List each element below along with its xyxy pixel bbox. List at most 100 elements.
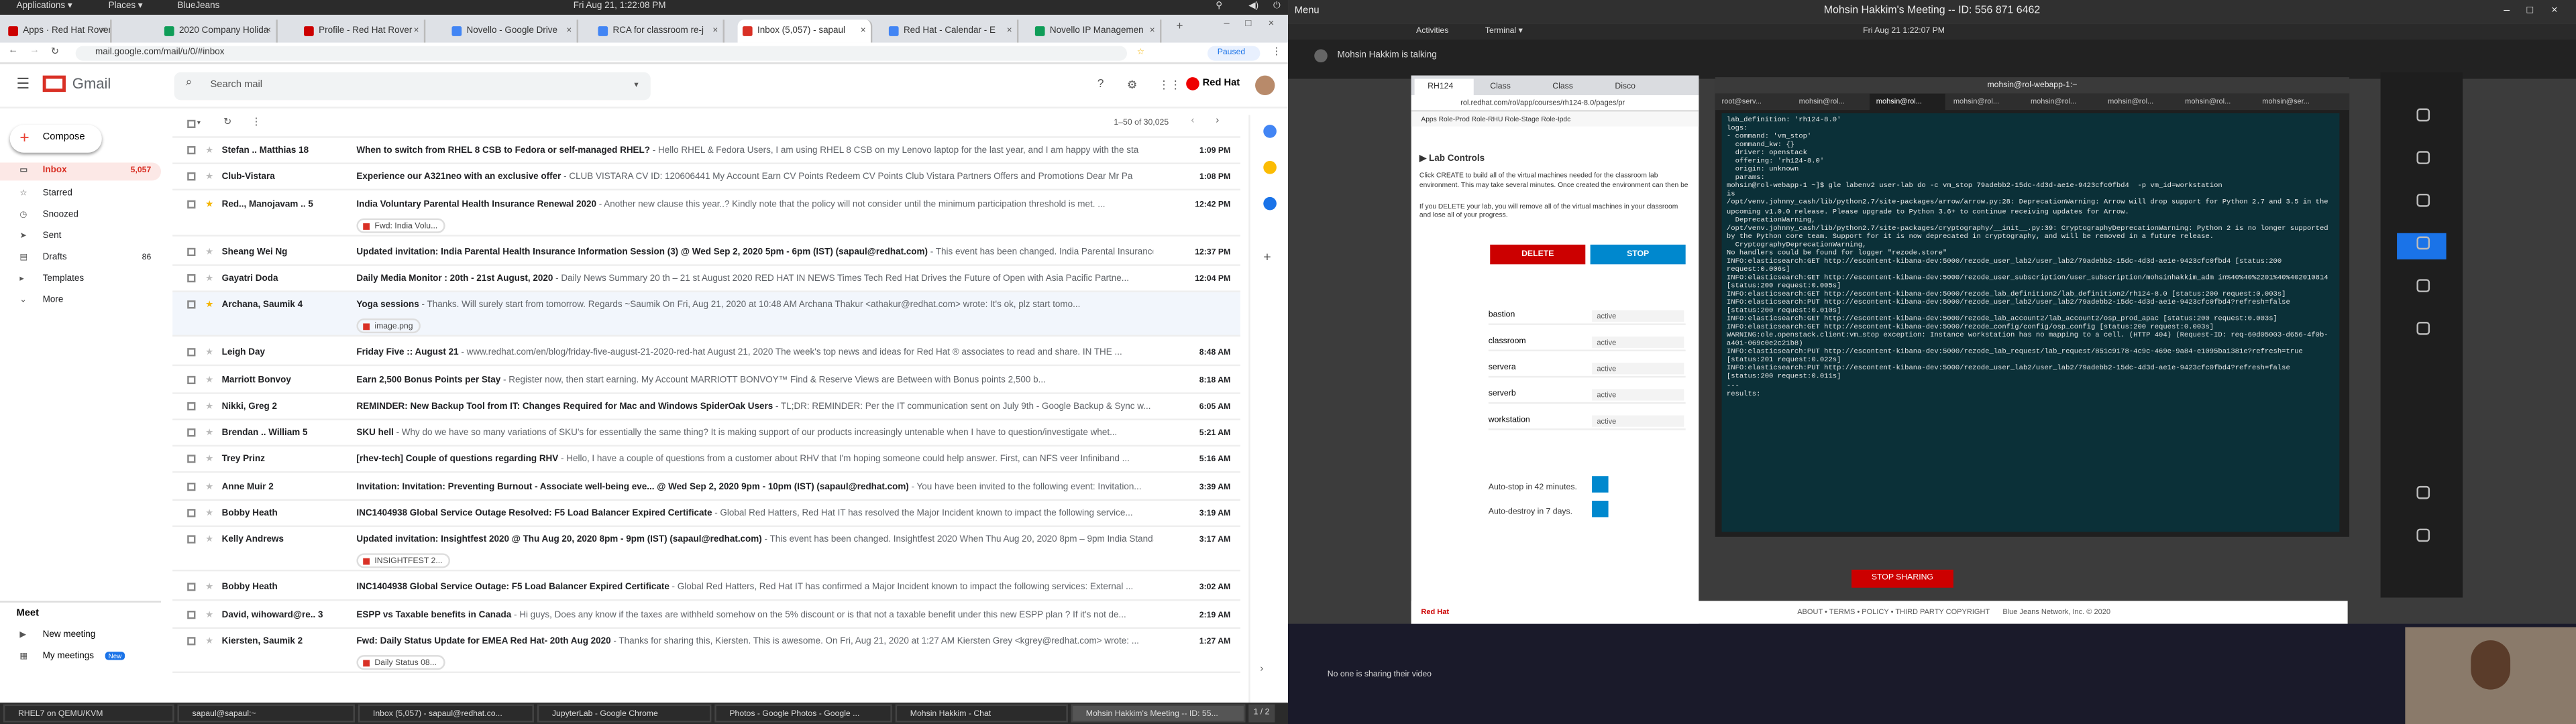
table-row[interactable]: ★ Gayatri Doda Daily Media Monitor : 20th …: [172, 265, 1240, 292]
resource-state[interactable]: active: [1592, 389, 1684, 401]
tab-rca[interactable]: RCA for classroom re-j ×: [593, 19, 725, 43]
row-checkbox[interactable]: [187, 247, 196, 256]
star-icon[interactable]: ★: [205, 501, 213, 526]
table-row[interactable]: ★ Anne Muir 2 Invitation: Invitation: Prev…: [172, 474, 1240, 501]
autodestroy-adjust-button[interactable]: [1592, 500, 1609, 518]
table-row[interactable]: ★ Kelly Andrews Updated invitation: Insigh…: [172, 528, 1240, 572]
tab-profile[interactable]: Profile - Red Hat Rover ×: [299, 19, 426, 43]
participants-icon[interactable]: [2397, 190, 2446, 217]
address-bar[interactable]: mail.google.com/mail/u/0/#inbox: [75, 46, 1128, 61]
resource-state[interactable]: active: [1592, 415, 1684, 427]
sidebar-item-more[interactable]: ⌄ More: [0, 292, 161, 310]
maximize-icon[interactable]: □: [2527, 0, 2534, 23]
taskbar-item[interactable]: JupyterLab - Google Chrome: [537, 704, 712, 723]
switch-icon[interactable]: [2397, 318, 2446, 345]
star-icon[interactable]: ★: [205, 239, 213, 264]
network-icon[interactable]: ⚲: [1216, 0, 1222, 15]
volume-icon[interactable]: ◀): [1248, 0, 1258, 15]
terminal-tab[interactable]: mohsin@rol...: [2178, 94, 2254, 110]
row-checkbox[interactable]: [187, 402, 196, 410]
table-row[interactable]: ★ Stefan .. Matthias 18 When to switch fro…: [172, 138, 1240, 164]
row-checkbox[interactable]: [187, 428, 196, 437]
applications-menu[interactable]: Applications ▾: [16, 0, 72, 15]
taskbar-item[interactable]: Photos - Google Photos - Google ...: [714, 704, 892, 723]
table-row[interactable]: ★ Red.., Manojavam .. 5 India Voluntary Pa…: [172, 192, 1240, 236]
row-checkbox[interactable]: [187, 274, 196, 282]
search-input[interactable]: Search mail: [210, 80, 262, 90]
star-icon[interactable]: ★: [205, 367, 213, 391]
row-checkbox[interactable]: [187, 536, 196, 544]
close-icon[interactable]: ×: [414, 19, 419, 42]
next-page-icon[interactable]: ›: [1216, 117, 1219, 127]
table-row[interactable]: ★ Club-Vistara Experience our A321neo with…: [172, 165, 1240, 191]
table-row[interactable]: ★ Brendan .. William 5 SKU hell - Why do w…: [172, 420, 1240, 447]
table-row[interactable]: ★ Bobby Heath INC1404938 Global Service Ou…: [172, 501, 1240, 528]
add-addon-icon[interactable]: +: [1263, 249, 1271, 264]
star-icon[interactable]: ★: [205, 602, 213, 627]
terminal-tab[interactable]: mohsin@rol...: [2024, 94, 2100, 110]
delete-button[interactable]: DELETE: [1490, 244, 1586, 265]
taskbar-item[interactable]: Inbox (5,057) - sapaul@redhat.co...: [358, 704, 534, 723]
calendar-icon[interactable]: [1263, 125, 1277, 138]
close-window-icon[interactable]: ×: [2551, 0, 2557, 23]
bluejeans-app[interactable]: BlueJeans: [177, 0, 219, 15]
sidebar-item-starred[interactable]: ☆ Starred: [0, 186, 161, 204]
row-checkbox[interactable]: [187, 583, 196, 592]
meeting-menu[interactable]: Menu: [1295, 0, 1320, 23]
profile-paused-button[interactable]: Paused: [1208, 46, 1260, 61]
table-row[interactable]: ★ David, wihoward@re.. 3 ESPP vs Taxable b…: [172, 602, 1240, 628]
row-checkbox[interactable]: [187, 145, 196, 155]
star-icon[interactable]: ★: [205, 447, 213, 472]
stop-button[interactable]: STOP: [1590, 244, 1686, 265]
reload-icon[interactable]: ↻: [51, 46, 59, 58]
compose-button[interactable]: + Compose: [9, 125, 102, 153]
star-icon[interactable]: ★: [205, 629, 213, 655]
tab-drive[interactable]: Novello - Google Drive ×: [447, 19, 579, 43]
minimize-icon[interactable]: –: [1224, 19, 1230, 29]
star-icon[interactable]: ★: [205, 474, 213, 499]
stop-sharing-button[interactable]: STOP SHARING: [1851, 569, 1953, 588]
refresh-icon[interactable]: ↻: [223, 117, 231, 128]
footer-links[interactable]: ABOUT • TERMS • POLICY • THIRD PARTY COP…: [1797, 601, 1990, 623]
taskbar-item[interactable]: Mohsin Hakkim - Chat: [895, 704, 1068, 723]
select-all-checkbox[interactable]: [187, 119, 196, 129]
star-icon[interactable]: ★: [205, 192, 213, 218]
star-icon[interactable]: ★: [205, 265, 213, 290]
taskbar-item[interactable]: RHEL7 on QEMU/KVM: [3, 704, 174, 723]
prev-page-icon[interactable]: ‹: [1191, 117, 1195, 127]
terminal-tab[interactable]: mohsin@rol...: [1947, 94, 2023, 110]
table-row[interactable]: ★ Bobby Heath INC1404938 Global Service Ou…: [172, 575, 1240, 602]
close-icon[interactable]: ×: [861, 19, 866, 42]
more-options-icon[interactable]: ⋮: [252, 117, 262, 128]
close-icon[interactable]: ×: [1150, 19, 1155, 42]
tasks-icon[interactable]: [1263, 196, 1277, 210]
star-icon[interactable]: ★: [205, 340, 213, 365]
close-icon[interactable]: ×: [712, 19, 718, 42]
row-checkbox[interactable]: [187, 509, 196, 518]
star-icon[interactable]: ★: [205, 575, 213, 600]
avatar[interactable]: [1255, 75, 1275, 96]
row-checkbox[interactable]: [187, 455, 196, 464]
star-icon[interactable]: ★: [205, 165, 213, 190]
settings-gear-icon[interactable]: [2397, 276, 2446, 302]
main-menu-icon[interactable]: ☰: [16, 76, 30, 94]
close-icon[interactable]: ×: [100, 19, 105, 42]
resource-state[interactable]: active: [1592, 337, 1684, 349]
help-icon[interactable]: ?: [1097, 79, 1104, 90]
keep-icon[interactable]: [1263, 161, 1277, 174]
star-icon[interactable]: ★: [205, 138, 213, 163]
taskbar-item[interactable]: Mohsin Hakkim's Meeting -- ID: 55...: [1071, 704, 1246, 723]
star-icon[interactable]: ★: [205, 394, 213, 418]
bookmark-star-icon[interactable]: ☆: [1137, 48, 1144, 58]
chat-icon[interactable]: [2397, 147, 2446, 174]
tab-calendar[interactable]: Red Hat - Calendar - E ×: [884, 19, 1019, 43]
maximize-icon[interactable]: □: [1245, 19, 1251, 29]
share-screen-icon[interactable]: [2397, 233, 2447, 259]
row-checkbox[interactable]: [187, 348, 196, 357]
table-row[interactable]: ★ Nikki, Greg 2 REMINDER: New Backup Tool …: [172, 394, 1240, 420]
taskbar-item[interactable]: sapaul@sapaul:~: [177, 704, 355, 723]
attachment-chip[interactable]: image.png: [356, 318, 421, 334]
table-row[interactable]: ★ Marriott Bonvoy Earn 2,500 Bonus Points …: [172, 367, 1240, 394]
terminal-tab[interactable]: mohsin@rol...: [1869, 93, 1945, 111]
my-meetings-link[interactable]: My meetings: [43, 652, 94, 662]
